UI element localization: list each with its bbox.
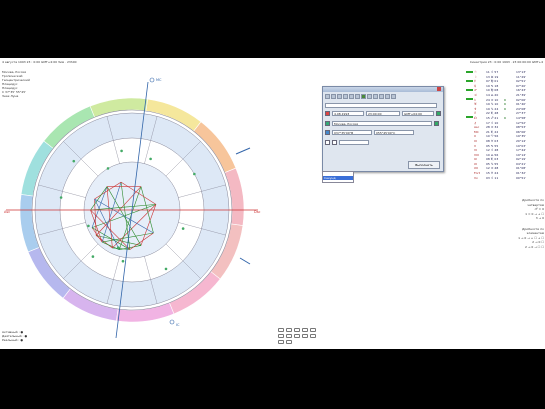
yin-icon[interactable] (302, 334, 308, 338)
latitude-field[interactable]: 055°45'00"С (374, 130, 414, 135)
natal-chart-wheel[interactable]: Asc Dsc MC IC (0, 58, 545, 349)
planet-glyph[interactable] (164, 267, 168, 271)
breakdown-line: 2 → 0 → ☐ ☐ (525, 244, 544, 249)
planet-glyph[interactable] (149, 157, 152, 161)
element-icons-grid (278, 328, 322, 344)
date-icon (325, 111, 330, 116)
longitude-field[interactable]: 037°35'00"В (332, 130, 372, 135)
datetime-row: 4.08.1993 23:00:00 GMT+04:00 (325, 110, 441, 117)
planet-glyph[interactable] (181, 227, 185, 230)
table-cell: Vx (474, 175, 478, 180)
element-breakdown: Дробности по четвертям d² = 0 1 = 0 → + … (508, 198, 544, 249)
progress-marker (466, 116, 473, 118)
day-icon[interactable] (310, 334, 316, 338)
yang-icon[interactable] (294, 334, 300, 338)
table-cell: 03 ♌ 11 (486, 175, 499, 180)
table-cell: 00°51' (516, 175, 526, 180)
planet-glyph[interactable] (91, 255, 95, 258)
fire-icon[interactable] (278, 328, 284, 332)
planet-glyph[interactable] (106, 167, 110, 170)
progress-marker (466, 71, 473, 73)
option-row (325, 139, 441, 146)
mc-label: MC (156, 78, 162, 82)
copy-icon[interactable] (349, 94, 354, 99)
time-field[interactable]: 23:00:00 (366, 111, 400, 116)
misc-icon[interactable] (286, 340, 292, 344)
astrology-app-window: 4 августа 1993 23 : 0:00 GMT+4:00 Зим · … (0, 58, 545, 349)
date-field[interactable]: 4.08.1993 (332, 111, 364, 116)
planet-glyph[interactable] (72, 159, 76, 163)
open-icon[interactable] (331, 94, 336, 99)
planet-glyph[interactable] (87, 224, 90, 228)
chart-icon[interactable] (367, 94, 372, 99)
ic-marker (169, 319, 175, 325)
place-icon (325, 121, 330, 126)
name-row (325, 102, 441, 109)
progress-marker (466, 89, 473, 91)
interval-dropdown[interactable]: Секунд (322, 171, 354, 183)
mc-marker (149, 77, 155, 83)
globe-icon[interactable] (385, 94, 390, 99)
execute-button[interactable]: Выполнить (408, 161, 440, 169)
night-icon[interactable] (278, 340, 284, 344)
settings-icon[interactable] (361, 94, 366, 99)
dsc-label: Dsc (254, 210, 261, 214)
coords-row: 037°35'00"В 055°45'00"С (325, 129, 441, 136)
timezone-field[interactable]: GMT+04:00 (402, 111, 434, 116)
progress-marker (466, 98, 473, 100)
planet-glyph[interactable] (121, 259, 125, 263)
place-lookup-icon[interactable] (434, 121, 439, 126)
chart-data-dialog[interactable]: 4.08.1993 23:00:00 GMT+04:00 Москва, Рос… (322, 86, 444, 172)
coords-icon (325, 130, 330, 135)
save-icon[interactable] (337, 94, 342, 99)
name-field[interactable] (325, 103, 437, 108)
breakdown-title: Дробности по элементам (522, 226, 544, 236)
water-icon[interactable] (302, 328, 308, 332)
planet-glyph[interactable] (59, 196, 63, 199)
close-icon[interactable] (437, 87, 441, 91)
mutable-icon[interactable] (286, 334, 292, 338)
air-icon[interactable] (294, 328, 300, 332)
help-icon[interactable] (391, 94, 396, 99)
fixed-icon[interactable] (278, 334, 284, 338)
planet-glyph[interactable] (120, 149, 123, 153)
planet-glyph[interactable] (193, 172, 196, 176)
planet-glyph[interactable] (117, 246, 120, 249)
option-field[interactable] (339, 140, 369, 145)
clock-icon[interactable] (379, 94, 384, 99)
place-row: Москва, Россия (325, 120, 441, 127)
option-checkbox[interactable] (325, 140, 330, 145)
asc-label: Asc (4, 210, 10, 214)
option-checkbox[interactable] (332, 140, 337, 145)
cardinal-icon[interactable] (310, 328, 316, 332)
ic-label: IC (176, 323, 180, 327)
earth-icon[interactable] (286, 328, 292, 332)
table-row: Vx 03 ♌ 11 00°51' (474, 176, 542, 181)
table-cell (504, 176, 514, 181)
paste-icon[interactable] (355, 94, 360, 99)
progress-marker (466, 80, 473, 82)
dropdown-option-selected[interactable]: Секунд (323, 176, 353, 180)
dst-toggle-icon[interactable] (436, 111, 441, 116)
breakdown-title: Дробности по четвертям (522, 198, 544, 207)
dialog-toolbar (325, 94, 441, 100)
place-field[interactable]: Москва, Россия (332, 121, 432, 126)
calendar-icon[interactable] (373, 94, 378, 99)
dialog-titlebar[interactable] (323, 87, 443, 92)
new-icon[interactable] (325, 94, 330, 99)
planet-positions-table: ☉ 11 ♌ 57 13°13' ☽ 13 ♊ 19 11°29' ☿ 07 ♍ 01 02°5… (474, 70, 542, 180)
print-icon[interactable] (343, 94, 348, 99)
